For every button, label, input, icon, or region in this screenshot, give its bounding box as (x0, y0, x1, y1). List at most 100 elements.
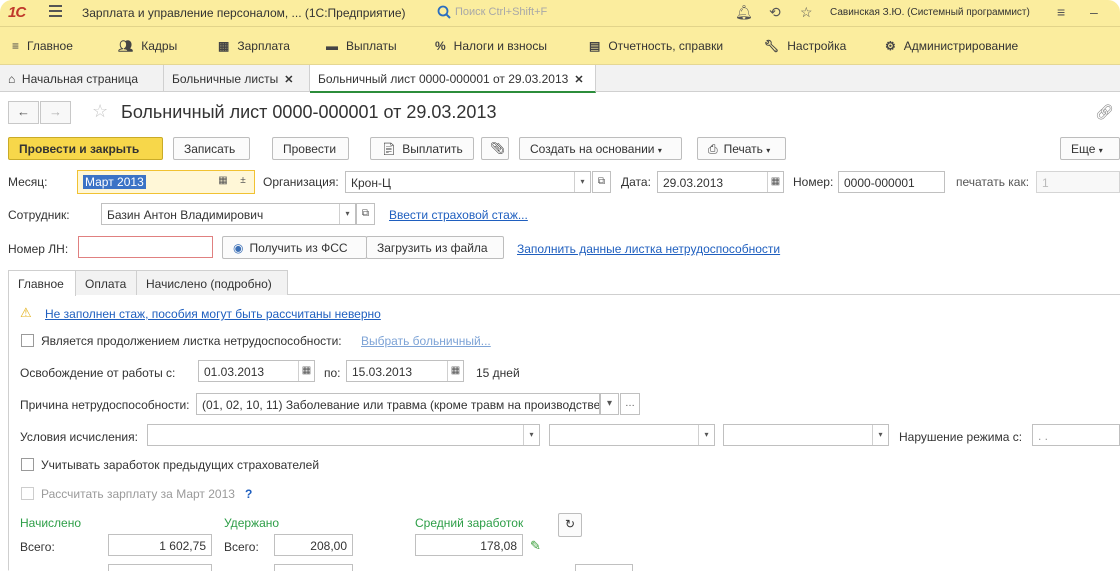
stepper-icon[interactable]: ± (234, 171, 252, 193)
calc-salary-checkbox[interactable] (21, 487, 34, 500)
ln-number-field[interactable] (78, 236, 213, 258)
menu-item-taxes[interactable]: % Налоги и взносы (435, 39, 547, 53)
edit-pencil-icon[interactable]: ✎ (530, 538, 541, 554)
menu-item-salary[interactable]: ▦ Зарплата (218, 39, 290, 53)
chevron-down-icon[interactable]: ▾ (523, 425, 539, 445)
chevron-down-icon[interactable]: ▾ (574, 172, 590, 192)
calendar-icon[interactable]: ▦ (447, 361, 463, 381)
withheld-total-field[interactable]: 208,00 (274, 534, 353, 556)
reason-field[interactable]: (01, 02, 10, 11) Заболевание или травма … (196, 393, 600, 415)
accrued-total-field[interactable]: 1 602,75 (108, 534, 212, 556)
condition-1-field[interactable]: ▾ (147, 424, 540, 446)
star-icon[interactable]: ☆ (800, 4, 813, 21)
extra-row2-field[interactable] (575, 564, 633, 571)
menu-item-main[interactable]: ≡ Главное (12, 39, 73, 53)
date-field[interactable]: 29.03.2013 ▦ (657, 171, 784, 193)
choose-sick-list-link[interactable]: Выбрать больничный... (361, 334, 491, 348)
open-employee-icon[interactable]: ⧉ (356, 203, 375, 225)
menu-item-admin[interactable]: ⚙ Администрирование (885, 39, 1018, 53)
tab-main[interactable]: Главное (8, 270, 76, 296)
accrued-row2-field[interactable] (108, 564, 212, 571)
date-label: Дата: (621, 175, 651, 189)
hamburger-icon[interactable] (49, 5, 62, 17)
favorite-star-icon[interactable]: ☆ (92, 101, 108, 122)
attach-button[interactable]: 📎︎ (481, 137, 509, 160)
bell-icon[interactable]: 🔔︎ (735, 4, 753, 21)
tab-home[interactable]: ⌂ Начальная страница (0, 65, 164, 92)
refresh-icon: ↻ (565, 517, 576, 531)
menu-item-payments[interactable]: ▬ Выплаты (326, 39, 397, 53)
chevron-down-icon[interactable]: ▾ (339, 204, 355, 224)
release-from-field[interactable]: 01.03.2013 ▦ (198, 360, 315, 382)
link-icon[interactable]: 🔗︎ (1095, 103, 1114, 121)
release-to-field[interactable]: 15.03.2013 ▦ (346, 360, 464, 382)
calendar-icon[interactable]: ▦ (214, 171, 232, 193)
minimize-icon[interactable]: – (1090, 4, 1098, 20)
people-icon: 👥︎ (118, 39, 134, 53)
percent-icon: % (435, 39, 446, 53)
history-icon[interactable]: ⟲ (769, 4, 781, 21)
average-earnings-title: Средний заработок (415, 516, 524, 530)
forward-button[interactable]: → (40, 101, 71, 124)
violation-date-field[interactable]: . . (1032, 424, 1120, 446)
app-title: Зарплата и управление персоналом, ... (1… (82, 6, 406, 20)
withheld-title: Удержано (224, 516, 280, 530)
settings-menu-icon[interactable]: ≡ (1057, 4, 1065, 20)
org-field[interactable]: Крон-Ц ▾ (345, 171, 591, 193)
chevron-down-icon[interactable]: ▾ (698, 425, 714, 445)
tab-accrued-detail[interactable]: Начислено (подробно) (136, 270, 288, 295)
create-based-on-button[interactable]: Создать на основании ▾ (519, 137, 682, 160)
continuation-label: Является продолжением листка нетрудоспос… (41, 334, 342, 348)
chevron-down-icon[interactable]: ▾ (872, 425, 888, 445)
insurance-length-link[interactable]: Ввести страховой стаж... (389, 208, 528, 222)
average-earnings-field[interactable]: 178,08 (415, 534, 523, 556)
calendar-icon[interactable]: ▦ (298, 361, 314, 381)
month-label: Месяц: (8, 175, 48, 189)
search-input[interactable]: Поиск Ctrl+Shift+F (455, 6, 547, 18)
post-button[interactable]: Провести (272, 137, 349, 160)
calc-salary-label: Рассчитать зарплату за Март 2013 (41, 487, 235, 501)
back-button[interactable]: ← (8, 101, 39, 124)
print-button[interactable]: ⎙ Печать ▾ (697, 137, 786, 160)
menu-item-settings[interactable]: 🔧︎ Настройка (764, 39, 846, 53)
employee-field[interactable]: Базин Антон Владимирович ▾ (101, 203, 356, 225)
menu-item-reports[interactable]: ▤ Отчетность, справки (589, 39, 723, 53)
help-icon[interactable]: ? (245, 487, 252, 501)
prev-insurers-checkbox[interactable] (21, 458, 34, 471)
gear-icon: ⚙ (885, 39, 896, 53)
chevron-down-icon: ▾ (657, 146, 662, 155)
search-box[interactable]: Поиск Ctrl+Shift+F (437, 5, 711, 22)
open-org-icon[interactable]: ⧉ (592, 171, 611, 193)
save-button[interactable]: Записать (173, 137, 250, 160)
get-from-fss-button[interactable]: ◉ Получить из ФСС (222, 236, 367, 259)
load-from-file-button[interactable]: Загрузить из файла (366, 236, 504, 259)
days-count: 15 дней (476, 366, 520, 380)
condition-3-field[interactable]: ▾ (723, 424, 889, 446)
wallet-icon: ▬ (326, 39, 338, 53)
chevron-down-icon[interactable]: ▾ (600, 393, 619, 415)
condition-2-field[interactable]: ▾ (549, 424, 715, 446)
number-field[interactable]: 0000-000001 (838, 171, 945, 193)
withheld-row2-field[interactable] (274, 564, 353, 571)
calendar-icon[interactable]: ▦ (767, 172, 783, 192)
refresh-button[interactable]: ↻ (558, 513, 582, 537)
withheld-total-label: Всего: (224, 540, 259, 554)
page-title: Больничный лист 0000-000001 от 29.03.201… (121, 102, 497, 122)
menu-item-hr[interactable]: 👥︎ Кадры (118, 39, 177, 53)
continuation-checkbox[interactable] (21, 334, 34, 347)
more-button[interactable]: Еще ▾ (1060, 137, 1120, 160)
more-options-icon[interactable]: … (620, 393, 640, 415)
post-and-close-button[interactable]: Провести и закрыть (8, 137, 163, 160)
release-to-label: по: (324, 366, 341, 380)
close-icon[interactable]: ✕ (574, 74, 583, 86)
print-as-field[interactable]: 1 (1036, 171, 1120, 193)
tab-sick-lists[interactable]: Больничные листы ✕ (164, 65, 310, 92)
current-user[interactable]: Савинская З.Ю. (Системный программист) (830, 7, 1030, 18)
experience-warning-link[interactable]: Не заполнен стаж, пособия могут быть рас… (45, 307, 381, 321)
tab-sick-list-doc[interactable]: Больничный лист 0000-000001 от 29.03.201… (310, 65, 596, 93)
close-icon[interactable]: ✕ (284, 74, 293, 86)
pay-button[interactable]: 📄︎ Выплатить (370, 137, 474, 160)
fill-sick-list-data-link[interactable]: Заполнить данные листка нетрудоспособнос… (517, 242, 780, 256)
tab-payment[interactable]: Оплата (75, 270, 137, 295)
app-logo: 1С (8, 4, 26, 21)
